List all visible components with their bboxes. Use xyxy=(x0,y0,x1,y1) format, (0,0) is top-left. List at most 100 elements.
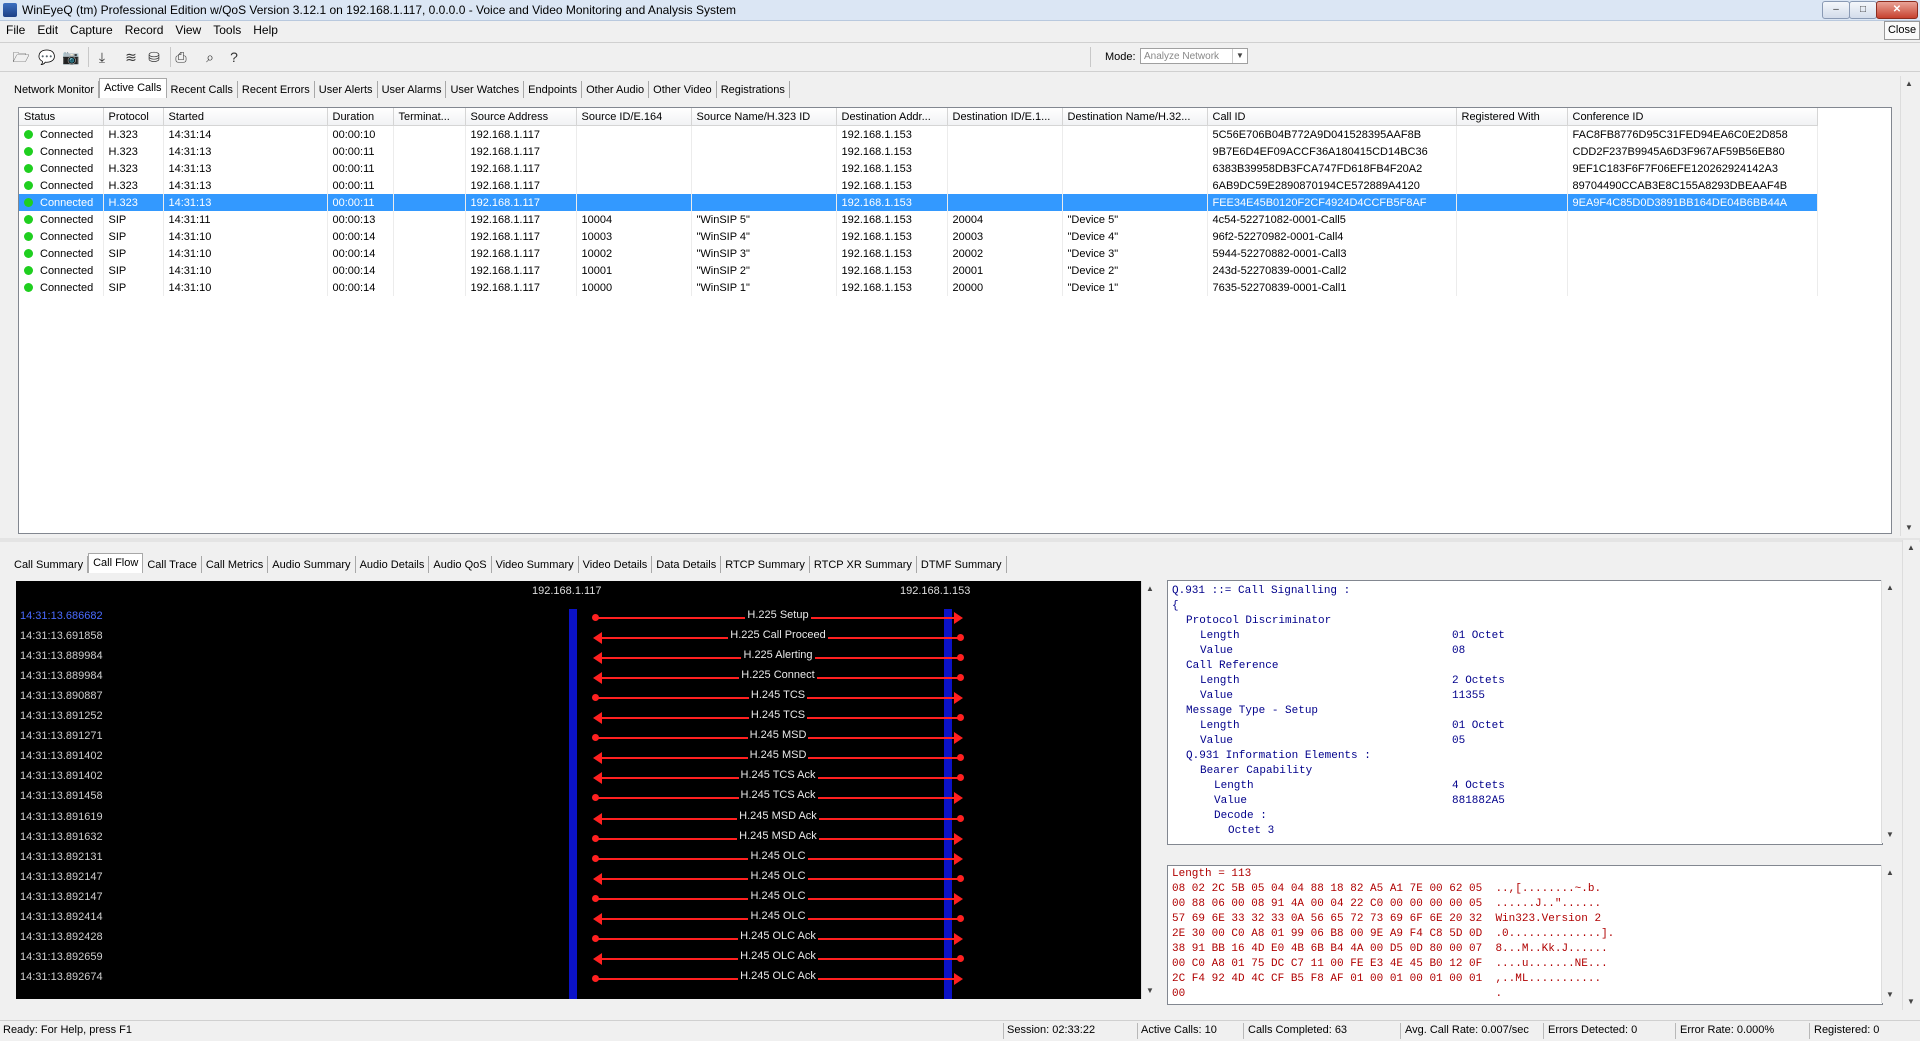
menu-file[interactable]: File xyxy=(0,21,31,37)
tab-rtcp-xr-summary[interactable]: RTCP XR Summary xyxy=(810,556,917,573)
decode-field[interactable]: Decode : xyxy=(1214,810,1267,822)
decode-field[interactable]: Value xyxy=(1214,795,1247,807)
table-row[interactable]: Connected H.323 14:31:13 00:00:11 192.168.1.… xyxy=(19,160,1818,177)
flow-timestamp[interactable]: 14:31:13.892659 xyxy=(20,951,103,963)
tab-recent-errors[interactable]: Recent Errors xyxy=(238,81,315,98)
table-row[interactable]: Connected SIP 14:31:10 00:00:14 192.168.1.11… xyxy=(19,245,1818,262)
flow-message[interactable]: H.245 OLC Ack xyxy=(592,969,963,986)
column-header[interactable]: Registered With xyxy=(1456,108,1568,126)
flow-message[interactable]: H.245 OLC Ack xyxy=(592,929,963,946)
decode-field[interactable]: Bearer Capability xyxy=(1200,765,1312,777)
tab-user-alerts[interactable]: User Alerts xyxy=(315,81,378,98)
scroll-down-icon[interactable]: ▼ xyxy=(1901,520,1917,536)
tab-dtmf-summary[interactable]: DTMF Summary xyxy=(917,556,1007,573)
flow-scrollbar[interactable]: ▲ ▼ xyxy=(1141,581,1158,999)
flow-timestamp[interactable]: 14:31:13.892674 xyxy=(20,971,103,983)
flow-message[interactable]: H.245 TCS Ack xyxy=(593,769,964,785)
call-flow-diagram[interactable]: 192.168.1.117 192.168.1.153 14:31:13.686… xyxy=(16,581,1141,999)
column-header[interactable]: Duration xyxy=(327,108,394,126)
scroll-up-icon[interactable]: ▲ xyxy=(1882,580,1898,596)
scroll-up-icon[interactable]: ▲ xyxy=(1882,865,1898,881)
menu-view[interactable]: View xyxy=(169,21,207,37)
close-button[interactable]: Close xyxy=(1884,21,1920,40)
decode-field[interactable]: Value xyxy=(1200,690,1233,702)
decode-field[interactable]: Q.931 ::= Call Signalling : xyxy=(1172,585,1350,597)
table-row[interactable]: Connected SIP 14:31:10 00:00:14 192.168.1.11… xyxy=(19,279,1818,296)
tab-audio-qos[interactable]: Audio QoS xyxy=(429,556,492,573)
flow-message[interactable]: H.245 MSD Ack xyxy=(592,829,963,846)
top-scrollbar[interactable]: ▲ ▼ xyxy=(1900,76,1917,536)
search-icon[interactable]: ⌕ xyxy=(201,48,219,66)
decode-field[interactable]: Call Reference xyxy=(1186,660,1278,672)
splitter[interactable] xyxy=(0,538,1920,542)
hex-scrollbar[interactable]: ▲ ▼ xyxy=(1881,865,1898,1003)
table-row[interactable]: Connected SIP 14:31:11 00:00:13 192.168.1.11… xyxy=(19,211,1818,228)
tab-endpoints[interactable]: Endpoints xyxy=(524,81,583,98)
menu-capture[interactable]: Capture xyxy=(64,21,119,37)
flow-timestamp[interactable]: 14:31:13.891632 xyxy=(20,831,103,843)
tab-call-trace[interactable]: Call Trace xyxy=(143,556,202,573)
decode-field[interactable]: Length xyxy=(1200,720,1240,732)
scroll-down-icon[interactable]: ▼ xyxy=(1142,983,1158,999)
hex-dump-pane[interactable]: Length = 113 08 02 2C 5B 05 04 04 88 18 … xyxy=(1167,865,1883,1005)
table-row[interactable]: Connected H.323 14:31:13 00:00:11 192.168.1.… xyxy=(19,194,1818,211)
decode-field[interactable]: Length xyxy=(1200,675,1240,687)
table-row[interactable]: Connected H.323 14:31:14 00:00:10 192.168.1.… xyxy=(19,125,1818,143)
tab-video-details[interactable]: Video Details xyxy=(579,556,653,573)
help-icon[interactable]: ? xyxy=(225,48,243,66)
column-header[interactable]: Destination Addr... xyxy=(836,108,948,126)
flow-message[interactable]: H.245 TCS Ack xyxy=(592,789,963,805)
tab-user-watches[interactable]: User Watches xyxy=(446,81,525,98)
decode-field[interactable]: Value xyxy=(1200,735,1233,747)
flow-timestamp[interactable]: 14:31:13.891402 xyxy=(20,770,103,782)
tab-audio-details[interactable]: Audio Details xyxy=(356,556,430,573)
column-header[interactable]: Status xyxy=(19,108,104,126)
decode-field[interactable]: Value xyxy=(1200,645,1233,657)
tab-other-video[interactable]: Other Video xyxy=(649,81,717,98)
tab-rtcp-summary[interactable]: RTCP Summary xyxy=(721,556,810,573)
menu-tools[interactable]: Tools xyxy=(207,21,247,37)
decode-field[interactable]: Length xyxy=(1200,630,1240,642)
print-icon[interactable]: ⎙ xyxy=(172,48,190,66)
table-row[interactable]: Connected H.323 14:31:13 00:00:11 192.168.1.… xyxy=(19,143,1818,160)
flow-timestamp[interactable]: 14:31:13.889984 xyxy=(20,650,103,662)
flow-timestamp[interactable]: 14:31:13.891271 xyxy=(20,730,103,742)
column-header[interactable]: Destination ID/E.1... xyxy=(947,108,1063,126)
camera-icon[interactable]: 📷 xyxy=(62,48,80,66)
tab-other-audio[interactable]: Other Audio xyxy=(582,81,650,98)
flow-timestamp[interactable]: 14:31:13.686682 xyxy=(20,610,103,622)
active-calls-grid[interactable]: Status Protocol Started Duration Terminat...… xyxy=(18,107,1892,534)
scroll-down-icon[interactable]: ▼ xyxy=(1882,827,1898,843)
flow-timestamp[interactable]: 14:31:13.891402 xyxy=(20,750,103,762)
tab-user-alarms[interactable]: User Alarms xyxy=(378,81,447,98)
traffic-light-icon[interactable]: ⛁ xyxy=(145,48,163,66)
flow-message[interactable]: H.245 TCS xyxy=(593,709,964,725)
minimize-button[interactable]: – xyxy=(1822,1,1850,19)
window-close-button[interactable]: ✕ xyxy=(1876,1,1918,19)
layers-icon[interactable]: ≋ xyxy=(122,48,140,66)
column-header[interactable]: Conference ID xyxy=(1567,108,1818,126)
scroll-up-icon[interactable]: ▲ xyxy=(1901,76,1917,92)
column-header[interactable]: Call ID xyxy=(1207,108,1457,126)
menu-help[interactable]: Help xyxy=(247,21,284,37)
column-header[interactable]: Source Address xyxy=(465,108,577,126)
protocol-decode-pane[interactable]: Q.931 ::= Call Signalling :{Protocol Dis… xyxy=(1167,580,1883,845)
decode-field[interactable]: Protocol Discriminator xyxy=(1186,615,1331,627)
flow-message[interactable]: H.245 OLC xyxy=(592,849,963,866)
column-header[interactable]: Terminat... xyxy=(393,108,466,126)
decode-scrollbar[interactable]: ▲ ▼ xyxy=(1881,580,1898,843)
tab-audio-summary[interactable]: Audio Summary xyxy=(268,556,356,573)
scroll-down-icon[interactable]: ▼ xyxy=(1882,987,1898,1003)
flow-message[interactable]: H.245 MSD xyxy=(592,729,963,745)
column-header[interactable]: Started xyxy=(163,108,328,126)
flow-timestamp[interactable]: 14:31:13.892414 xyxy=(20,911,103,923)
tab-registrations[interactable]: Registrations xyxy=(717,81,790,98)
tab-active-calls[interactable]: Active Calls xyxy=(99,78,167,98)
flow-message[interactable]: H.245 OLC xyxy=(593,869,964,886)
tab-video-summary[interactable]: Video Summary xyxy=(492,556,579,573)
flow-message[interactable]: H.245 OLC xyxy=(592,889,963,906)
decode-field[interactable]: Message Type - Setup xyxy=(1186,705,1318,717)
scroll-up-icon[interactable]: ▲ xyxy=(1903,540,1919,556)
chat-icon[interactable]: 💬 xyxy=(38,48,56,66)
flow-message[interactable]: H.245 OLC xyxy=(593,909,964,926)
